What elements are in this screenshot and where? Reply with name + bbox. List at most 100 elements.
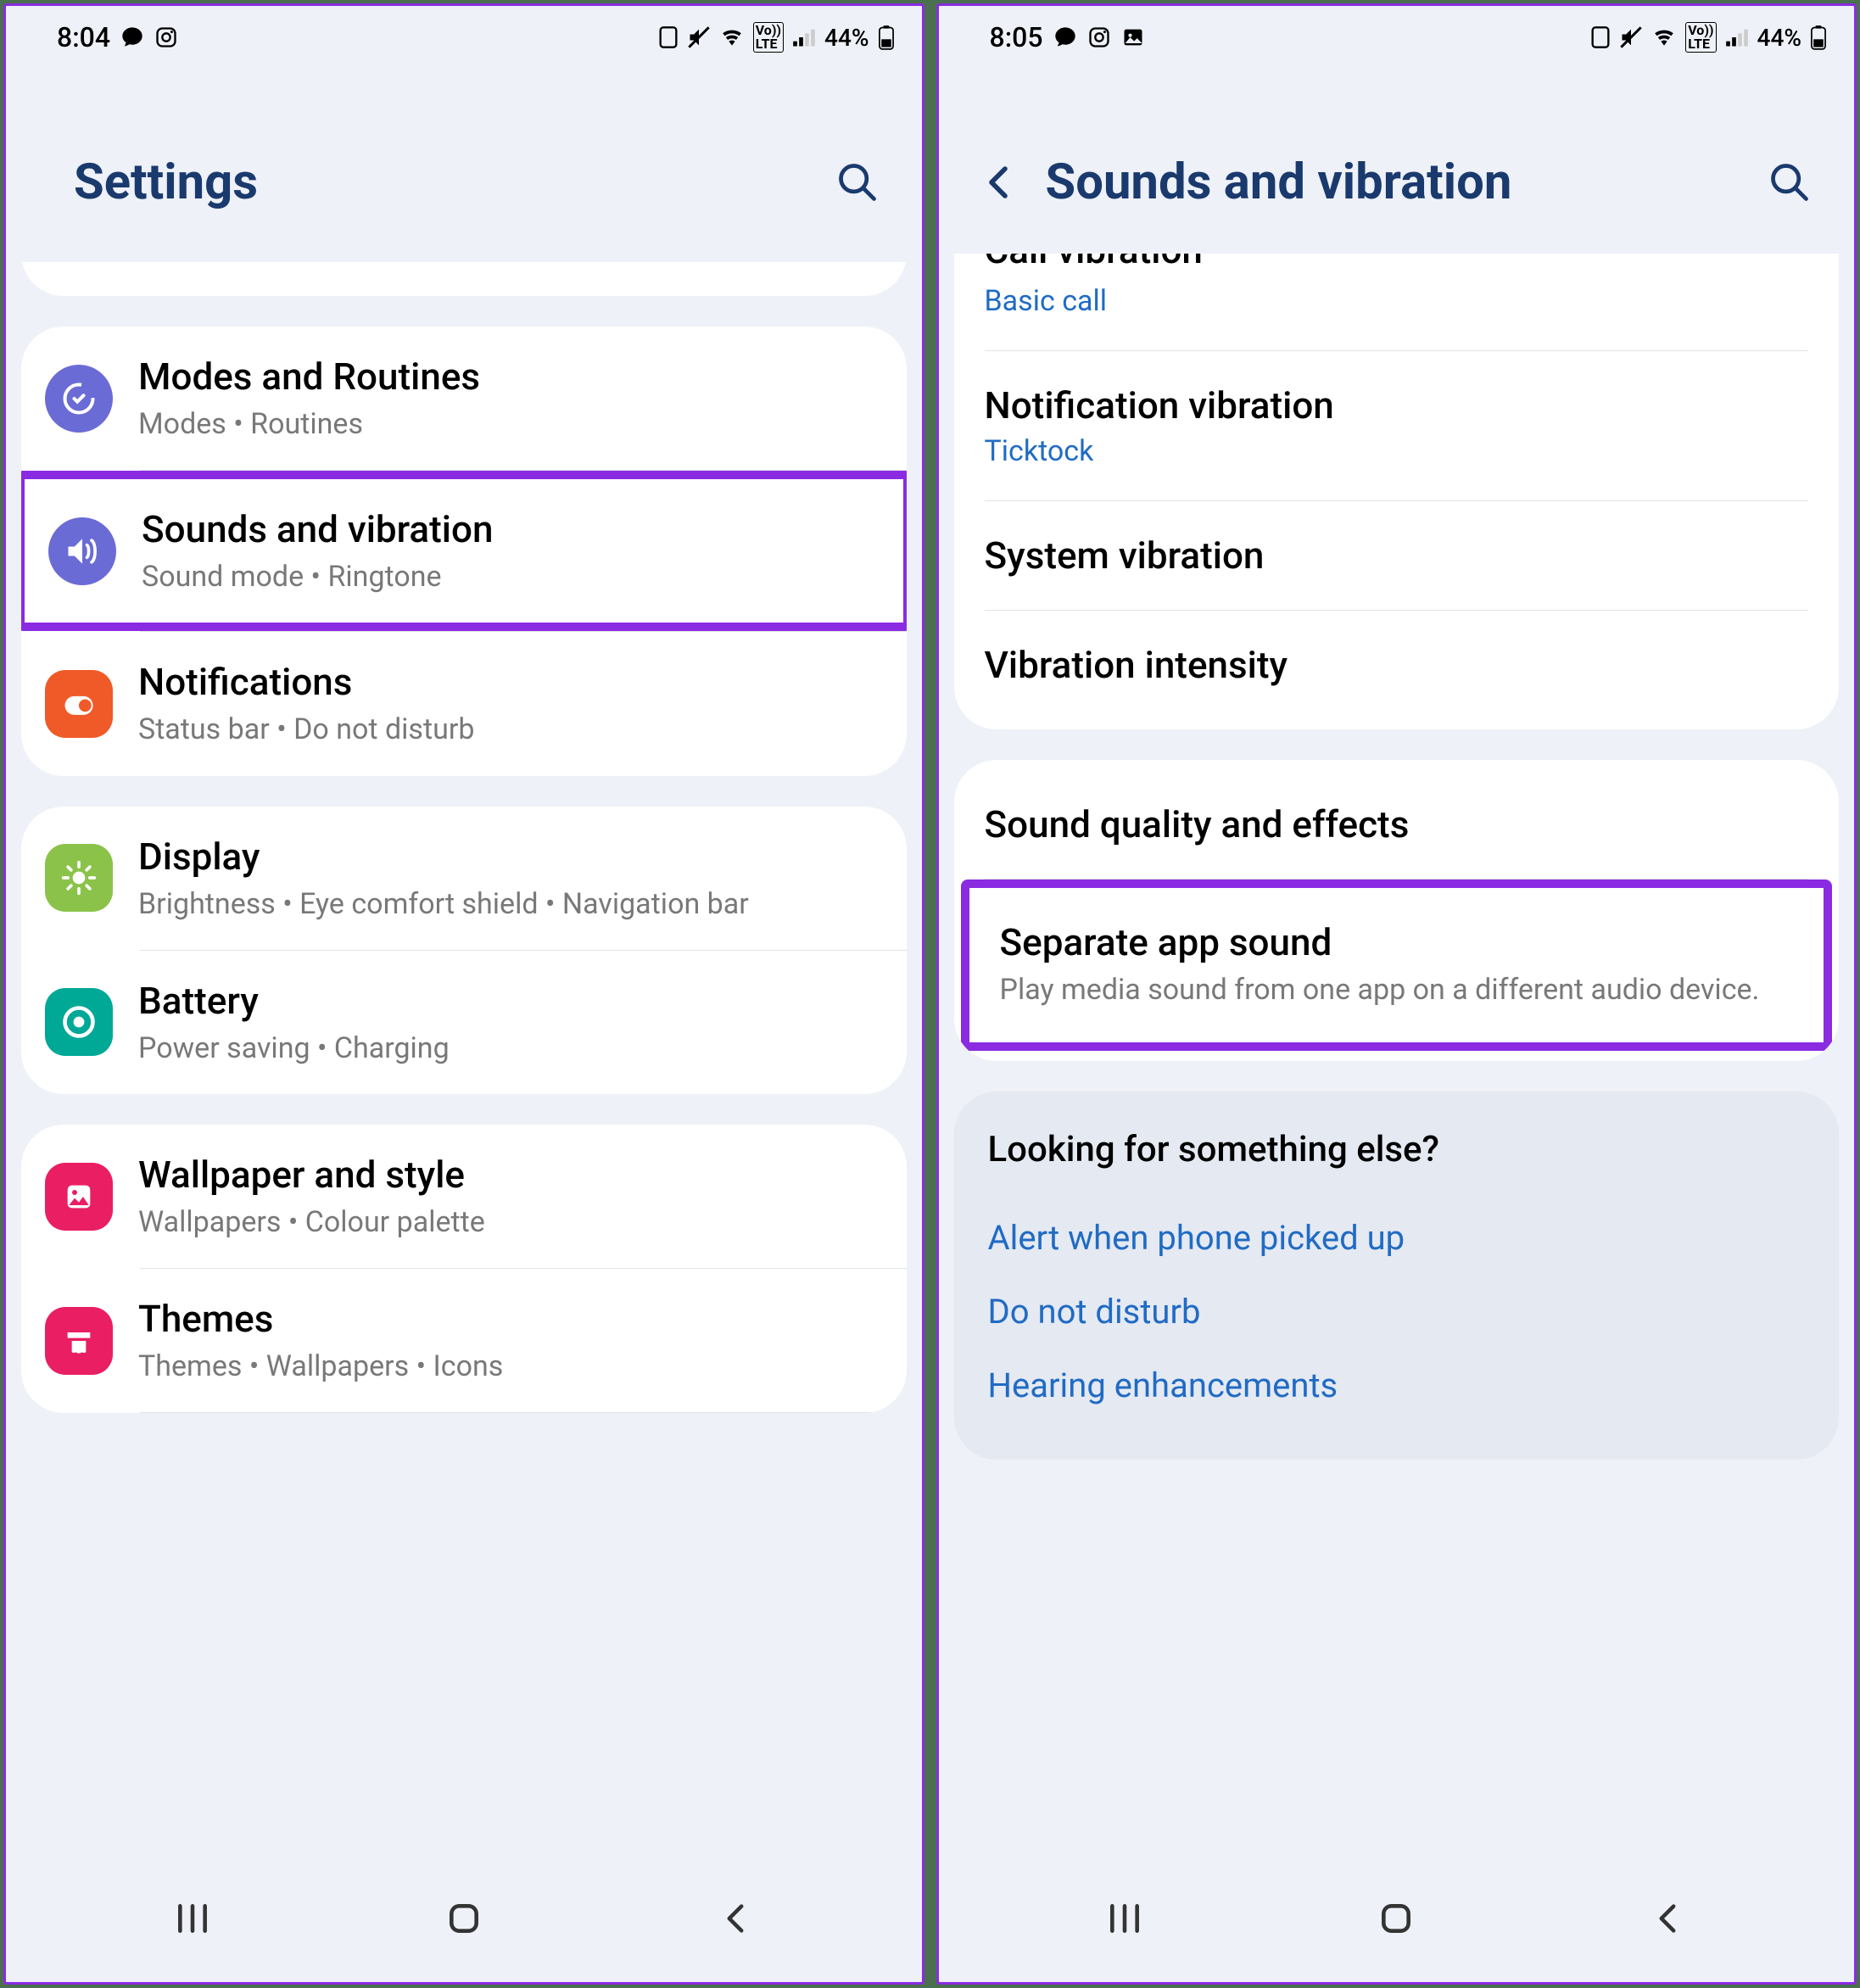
row-sub: Modes • Routines xyxy=(138,405,886,443)
header: Settings xyxy=(6,60,922,262)
row-text: Wallpaper and style Wallpapers • Colour … xyxy=(138,1152,886,1241)
status-right: Vo))LTE 44% xyxy=(658,22,895,53)
content: Modes and Routines Modes • Routines Soun… xyxy=(6,262,922,1863)
nav-back[interactable] xyxy=(701,1897,769,1940)
row-title: Display xyxy=(138,834,886,880)
status-right: Vo))LTE 44% xyxy=(1590,22,1827,53)
settings-card-partial xyxy=(21,262,907,296)
volte-icon: Vo))LTE xyxy=(1685,22,1716,53)
header-left: Sounds and vibration xyxy=(981,154,1512,211)
row-sub: Status bar • Do not disturb xyxy=(138,711,886,748)
looking-link-dnd[interactable]: Do not disturb xyxy=(988,1275,1806,1349)
sound-icon xyxy=(48,517,116,585)
row-title: Notification vibration xyxy=(985,383,1809,427)
row-title: Sound quality and effects xyxy=(985,802,1809,846)
row-title: Battery xyxy=(138,978,886,1025)
row-sound-quality[interactable]: Sound quality and effects xyxy=(954,770,1840,879)
back-button[interactable] xyxy=(981,162,1015,203)
sounds-card: Sound quality and effects Separate app s… xyxy=(954,760,1840,1061)
image-icon xyxy=(1121,25,1145,49)
row-title: System vibration xyxy=(985,533,1809,578)
sounds-card: Call vibration Basic call Notification v… xyxy=(954,254,1840,729)
row-text: Modes and Routines Modes • Routines xyxy=(138,354,886,443)
settings-card: Display Brightness • Eye comfort shield … xyxy=(21,807,907,1094)
row-sub: Ticktock xyxy=(985,434,1809,468)
battery-icon xyxy=(45,988,113,1056)
row-sub: Wallpapers • Colour palette xyxy=(138,1203,886,1241)
looking-link-hearing[interactable]: Hearing enhancements xyxy=(988,1349,1806,1422)
row-vibration-intensity[interactable]: Vibration intensity xyxy=(954,611,1840,719)
row-title: Vibration intensity xyxy=(985,643,1809,687)
card-icon xyxy=(1590,25,1611,49)
row-notification-vibration[interactable]: Notification vibration Ticktock xyxy=(954,351,1840,500)
page-title: Sounds and vibration xyxy=(1046,154,1512,211)
divider xyxy=(140,1412,907,1413)
row-separate-app-sound[interactable]: Separate app sound Play media sound from… xyxy=(969,888,1824,1042)
row-sub: Power saving • Charging xyxy=(138,1030,886,1067)
signal-icon xyxy=(1725,27,1749,47)
status-left: 8:05 xyxy=(990,21,1145,53)
status-time: 8:05 xyxy=(990,21,1043,53)
row-system-vibration[interactable]: System vibration xyxy=(954,501,1840,610)
settings-row-notifications[interactable]: Notifications Status bar • Do not distur… xyxy=(21,632,907,775)
row-text: Themes Themes • Wallpapers • Icons xyxy=(138,1296,886,1385)
row-title: Modes and Routines xyxy=(138,354,886,400)
highlight-separate-app: Separate app sound Play media sound from… xyxy=(961,880,1833,1051)
nav-bar xyxy=(939,1863,1855,1982)
settings-row-wallpaper[interactable]: Wallpaper and style Wallpapers • Colour … xyxy=(21,1125,907,1268)
themes-icon xyxy=(45,1307,113,1375)
row-call-vibration-partial: Call vibration xyxy=(954,254,1840,277)
settings-row-display[interactable]: Display Brightness • Eye comfort shield … xyxy=(21,807,907,950)
settings-row-sounds[interactable]: Sounds and vibration Sound mode • Ringto… xyxy=(25,479,903,623)
row-text: Sounds and vibration Sound mode • Ringto… xyxy=(142,506,883,595)
row-title: Themes xyxy=(138,1296,886,1343)
row-sub: Play media sound from one app on a diffe… xyxy=(1000,971,1794,1010)
nav-bar xyxy=(6,1863,922,1982)
nav-home[interactable] xyxy=(1362,1897,1430,1940)
row-title: Sounds and vibration xyxy=(142,506,883,553)
mute-icon xyxy=(1619,25,1643,49)
settings-row-modes[interactable]: Modes and Routines Modes • Routines xyxy=(21,327,907,470)
nav-recents[interactable] xyxy=(1091,1897,1159,1940)
routines-icon xyxy=(45,365,113,433)
wifi-icon xyxy=(1651,27,1677,47)
row-sub: Basic call xyxy=(985,284,1809,318)
settings-row-themes[interactable]: Themes Themes • Wallpapers • Icons xyxy=(21,1269,907,1412)
row-title: Separate app sound xyxy=(1000,920,1794,964)
row-title: Wallpaper and style xyxy=(138,1152,886,1198)
row-sub: Themes • Wallpapers • Icons xyxy=(138,1348,886,1385)
display-icon xyxy=(45,844,113,912)
wallpaper-icon xyxy=(45,1163,113,1231)
notifications-icon xyxy=(45,670,113,738)
nav-recents[interactable] xyxy=(159,1897,226,1940)
signal-icon xyxy=(792,27,816,47)
status-left: 8:04 xyxy=(57,21,178,53)
page-title: Settings xyxy=(74,154,258,211)
settings-row-battery[interactable]: Battery Power saving • Charging xyxy=(21,951,907,1094)
row-text: Notifications Status bar • Do not distur… xyxy=(138,659,886,748)
row-text: Battery Power saving • Charging xyxy=(138,978,886,1067)
chat-icon xyxy=(120,25,144,49)
row-sub: Sound mode • Ringtone xyxy=(142,558,883,595)
search-button[interactable] xyxy=(835,160,880,204)
mute-icon xyxy=(687,25,711,49)
battery-icon xyxy=(878,25,895,50)
volte-icon: Vo))LTE xyxy=(753,22,784,53)
looking-card: Looking for something else? Alert when p… xyxy=(954,1092,1840,1460)
search-button[interactable] xyxy=(1768,160,1812,204)
row-call-vibration[interactable]: Basic call xyxy=(954,284,1840,350)
status-bar: 8:05 Vo))LTE 44% xyxy=(939,6,1855,60)
looking-link-alert[interactable]: Alert when phone picked up xyxy=(988,1201,1806,1275)
chat-icon xyxy=(1053,25,1077,49)
nav-home[interactable] xyxy=(430,1897,498,1940)
status-time: 8:04 xyxy=(57,21,110,53)
row-title: Notifications xyxy=(138,659,886,706)
phone-left: 8:04 Vo))LTE 44% Settings xyxy=(3,3,924,1985)
battery-text: 44% xyxy=(824,24,869,52)
status-bar: 8:04 Vo))LTE 44% xyxy=(6,6,922,60)
settings-card: Wallpaper and style Wallpapers • Colour … xyxy=(21,1125,907,1413)
content: Call vibration Basic call Notification v… xyxy=(939,254,1855,1863)
row-sub: Brightness • Eye comfort shield • Naviga… xyxy=(138,885,886,923)
phone-right: 8:05 Vo))LTE 44% Sounds and vibration xyxy=(936,3,1857,1985)
nav-back[interactable] xyxy=(1634,1897,1701,1940)
